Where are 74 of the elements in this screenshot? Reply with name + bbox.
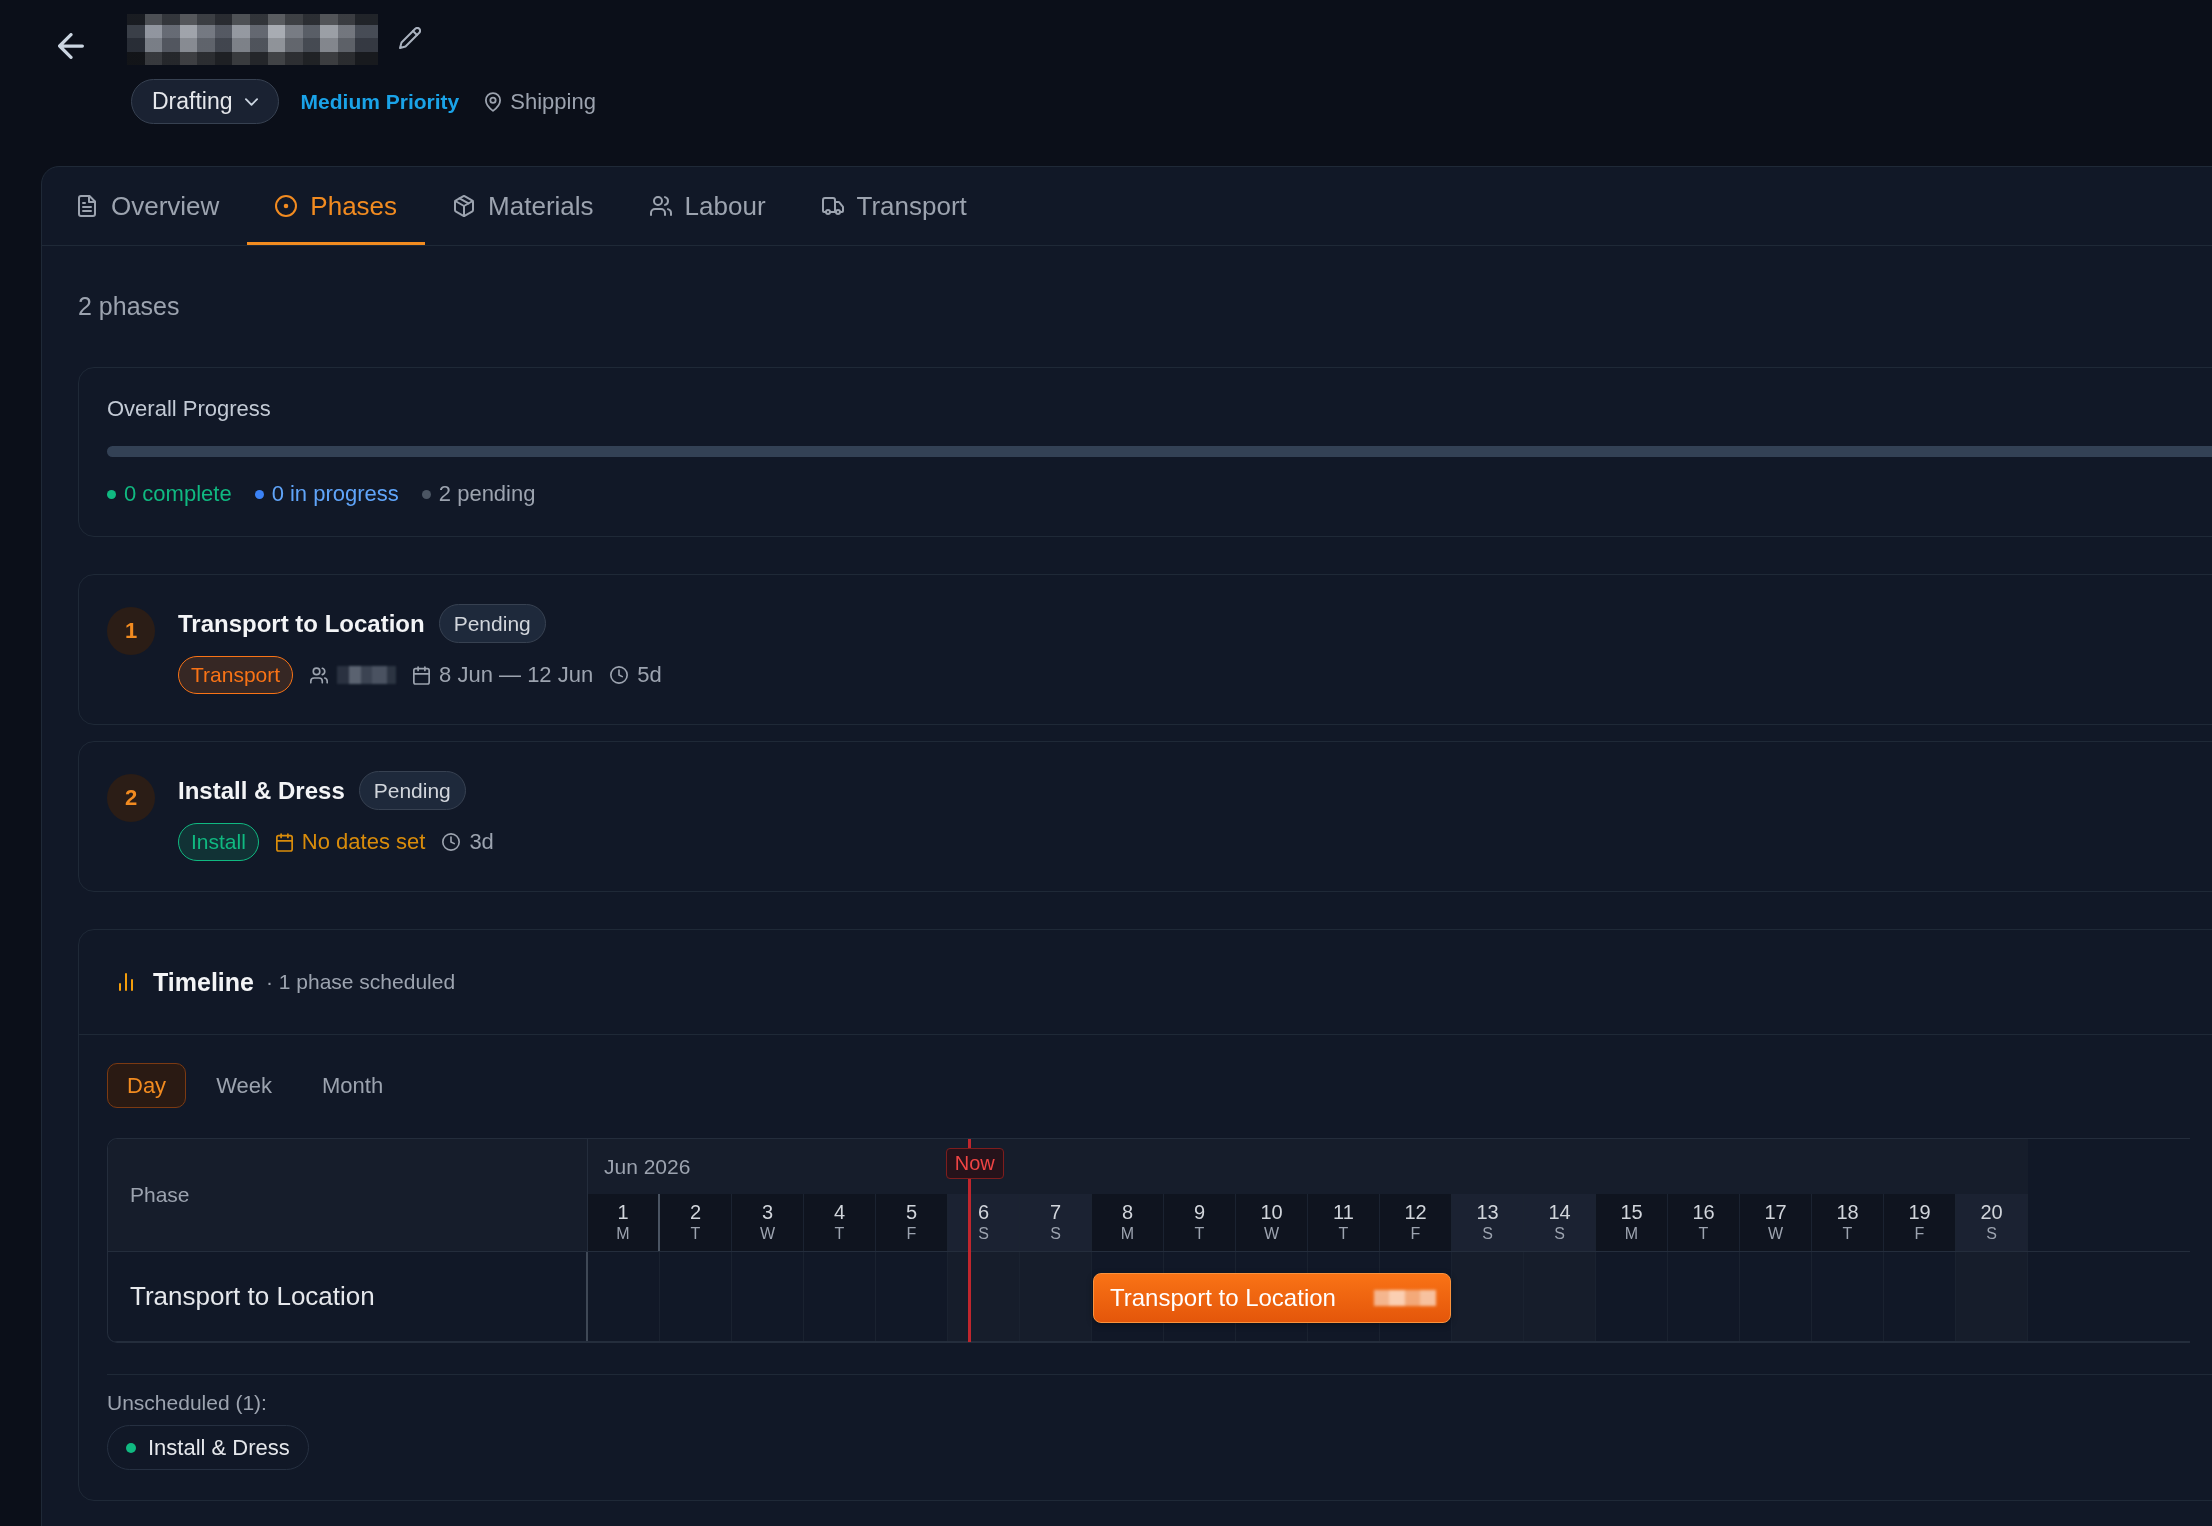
view-toggle[interactable]: Week <box>196 1063 292 1108</box>
legend-label: 2 pending <box>438 481 536 507</box>
date-range: 8 Jun — 12 Jun <box>439 662 594 688</box>
status-dropdown[interactable]: Drafting <box>131 79 279 124</box>
phase-card[interactable]: 2 Install & Dress Pending Install No dates set 3d <box>78 741 2212 892</box>
duration-label: 5d <box>637 662 662 688</box>
pencil-icon[interactable] <box>399 27 421 49</box>
timeline-title: Timeline <box>153 967 254 997</box>
day-column-header: 16 T <box>1668 1194 1740 1251</box>
unscheduled-item[interactable]: Install & Dress <box>107 1425 309 1470</box>
phase-count: 2 phases <box>78 291 181 321</box>
status-badge: Pending <box>438 604 546 643</box>
view-toggle[interactable]: Month <box>301 1063 404 1108</box>
priority-label: Medium Priority <box>300 89 460 114</box>
now-label: Now <box>945 1148 1004 1179</box>
view-toggle[interactable]: Day <box>107 1063 187 1108</box>
category-tag: Transport <box>178 656 294 694</box>
day-column-header: 5 F <box>876 1194 948 1251</box>
clock-icon <box>442 833 461 851</box>
day-column-header: 8 M <box>1092 1194 1164 1251</box>
step-number: 1 <box>107 607 155 655</box>
tab[interactable]: Phases <box>247 167 426 245</box>
timeline-subtitle: · 1 phase scheduled <box>265 970 456 994</box>
day-column-header: 13 S <box>1452 1194 1524 1251</box>
day-column-header: 7 S <box>1020 1194 1092 1251</box>
phase-card[interactable]: 1 Transport to Location Pending Transport 8 Jun — 12 Jun 5d <box>78 574 2212 725</box>
phase-title: Install & Dress <box>178 776 345 805</box>
chevron-down-icon <box>244 97 258 106</box>
day-column-header: 6 S <box>948 1194 1020 1251</box>
clock-icon <box>610 666 629 684</box>
day-column-header: 9 T <box>1164 1194 1236 1251</box>
day-column-header: 12 F <box>1380 1194 1452 1251</box>
day-column-header: 17 W <box>1740 1194 1812 1251</box>
duration-label: 3d <box>469 829 494 855</box>
day-column-header: 20 S <box>1956 1194 2028 1251</box>
arrow-left-icon[interactable] <box>58 33 84 59</box>
unscheduled-label: Unscheduled (1): <box>107 1390 268 1416</box>
day-column-header: 4 T <box>804 1194 876 1251</box>
phase-title: Transport to Location <box>178 609 425 638</box>
status-badge: Pending <box>358 771 466 810</box>
step-number: 2 <box>107 774 155 822</box>
redacted-label <box>1373 1290 1436 1306</box>
tab[interactable]: Materials <box>425 167 622 245</box>
tab[interactable]: Transport <box>793 167 995 245</box>
column-header: Phase <box>130 1183 190 1207</box>
tab[interactable]: Overview <box>48 167 248 245</box>
map-pin-icon <box>485 91 502 112</box>
calendar-icon <box>413 665 431 685</box>
location-label: Shipping <box>510 88 596 115</box>
progress-title: Overall Progress <box>107 396 272 422</box>
target-icon <box>275 195 298 217</box>
day-column-header: 3 W <box>732 1194 804 1251</box>
day-column-header: 2 T <box>660 1194 732 1251</box>
day-column-header: 18 T <box>1812 1194 1884 1251</box>
redacted-name <box>337 666 397 684</box>
calendar-icon <box>275 832 293 852</box>
legend-label: 0 complete <box>124 481 232 507</box>
day-column-header: 11 T <box>1308 1194 1380 1251</box>
users-icon <box>649 195 672 217</box>
truck-icon <box>821 195 844 217</box>
tab[interactable]: Labour <box>621 167 794 245</box>
month-label: Jun 2026 <box>604 1154 691 1179</box>
day-column-header: 10 W <box>1236 1194 1308 1251</box>
row-label: Transport to Location <box>130 1281 375 1312</box>
day-column-header: 1 M <box>588 1194 660 1251</box>
legend-label: 0 in progress <box>271 481 399 507</box>
document-icon <box>76 195 98 217</box>
date-range: No dates set <box>301 829 426 855</box>
day-column-header: 15 M <box>1596 1194 1668 1251</box>
day-column-header: 14 S <box>1524 1194 1596 1251</box>
category-tag: Install <box>178 823 259 861</box>
day-column-header: 19 F <box>1884 1194 1956 1251</box>
bar-chart-icon <box>119 973 133 991</box>
cube-icon <box>453 195 476 217</box>
